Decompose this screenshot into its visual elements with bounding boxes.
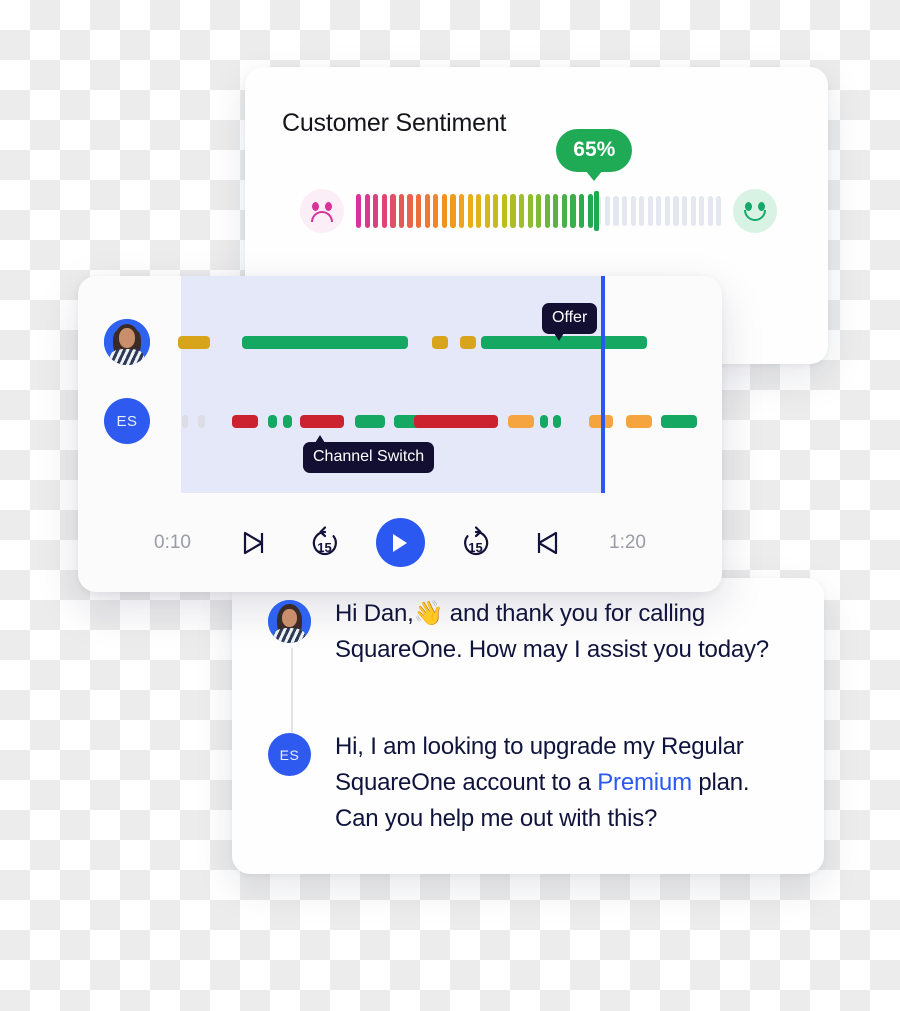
gauge-tick bbox=[630, 196, 636, 226]
gauge-tick bbox=[433, 194, 439, 228]
sentiment-scale[interactable]: 65% bbox=[356, 129, 722, 233]
annotation-channel-switch[interactable]: Channel Switch bbox=[303, 435, 435, 473]
gauge-tick bbox=[716, 196, 722, 226]
timeline-segment[interactable] bbox=[300, 415, 344, 428]
gauge-tick bbox=[381, 194, 387, 228]
timeline-segment[interactable] bbox=[198, 415, 205, 428]
current-time: 0:10 bbox=[154, 531, 191, 553]
page-title: Customer Sentiment bbox=[282, 109, 507, 137]
gauge-tick bbox=[493, 194, 499, 228]
gauge-tick bbox=[570, 194, 576, 228]
gauge-tick bbox=[673, 196, 679, 226]
timeline-segment[interactable] bbox=[182, 415, 188, 428]
gauge-tick bbox=[664, 196, 670, 226]
playhead[interactable] bbox=[601, 276, 605, 493]
gauge-tick bbox=[373, 194, 379, 228]
gauge-tick bbox=[604, 196, 610, 226]
gauge-tick bbox=[656, 196, 662, 226]
message-text-before: Hi Dan, bbox=[335, 600, 414, 627]
gauge-tick bbox=[458, 194, 465, 228]
gauge-tick bbox=[476, 194, 482, 228]
gauge-tick bbox=[647, 196, 653, 226]
forward-seconds-label: 15 bbox=[468, 539, 483, 555]
player-controls: 0:10 15 15 1:20 bbox=[78, 493, 722, 592]
gauge-tick bbox=[544, 194, 550, 228]
gauge-tick bbox=[707, 196, 713, 226]
avatar-customer: ES bbox=[104, 398, 150, 444]
gauge-tick bbox=[356, 194, 362, 228]
gauge-tick bbox=[579, 194, 585, 228]
avatar-agent bbox=[268, 600, 311, 643]
call-player-card: ES Offer Channel Switch 0:10 15 15 1:20 bbox=[78, 276, 722, 592]
timeline-segment[interactable] bbox=[460, 336, 476, 349]
frowning-face-icon bbox=[300, 189, 344, 233]
sentiment-marker[interactable]: 65% bbox=[556, 129, 633, 231]
gauge-tick bbox=[699, 196, 705, 226]
timeline-segment[interactable] bbox=[414, 415, 498, 428]
gauge-tick bbox=[398, 194, 405, 228]
avatar-customer: ES bbox=[268, 733, 311, 776]
total-time: 1:20 bbox=[609, 531, 646, 553]
gauge-tick bbox=[587, 194, 593, 228]
skip-back-icon[interactable] bbox=[230, 521, 274, 565]
play-button[interactable] bbox=[375, 518, 425, 567]
premium-link[interactable]: Premium bbox=[597, 769, 692, 796]
gauge-tick bbox=[527, 194, 533, 228]
timeline-segment[interactable] bbox=[661, 415, 697, 428]
wave-emoji: 👋 bbox=[413, 600, 444, 627]
gauge-tick bbox=[424, 194, 430, 228]
gauge-tick bbox=[681, 196, 688, 226]
gauge-tick bbox=[467, 194, 473, 228]
message-text: Hi, I am looking to upgrade my Regular S… bbox=[335, 729, 795, 837]
call-timeline[interactable]: ES Offer Channel Switch bbox=[78, 276, 722, 493]
gauge-tick bbox=[441, 194, 447, 228]
transcript-message-agent: Hi Dan,👋 and thank you for calling Squar… bbox=[268, 596, 795, 668]
timeline-segment[interactable] bbox=[232, 415, 258, 428]
annotation-offer[interactable]: Offer bbox=[542, 303, 598, 341]
timeline-segment[interactable] bbox=[540, 415, 548, 428]
rewind-seconds-label: 15 bbox=[317, 539, 332, 555]
gauge-tick bbox=[536, 194, 542, 228]
rewind-15-icon[interactable]: 15 bbox=[303, 521, 347, 565]
gauge-tick bbox=[561, 194, 568, 228]
gauge-tick bbox=[518, 194, 525, 228]
timeline-segment[interactable] bbox=[626, 415, 652, 428]
timeline-segment[interactable] bbox=[268, 415, 277, 428]
timeline-segment[interactable] bbox=[553, 415, 561, 428]
gauge-tick bbox=[407, 194, 413, 228]
timeline-segment[interactable] bbox=[178, 336, 210, 349]
gauge-tick bbox=[416, 194, 422, 228]
timeline-segment[interactable] bbox=[283, 415, 292, 428]
avatar-agent bbox=[104, 319, 150, 365]
skip-forward-icon[interactable] bbox=[527, 521, 571, 565]
timeline-segment[interactable] bbox=[508, 415, 534, 428]
gauge-tick bbox=[553, 194, 559, 228]
gauge-tick bbox=[390, 194, 396, 228]
gauge-tick bbox=[690, 196, 696, 226]
sentiment-value-badge: 65% bbox=[556, 129, 633, 172]
sentiment-gauge: 65% bbox=[300, 129, 778, 233]
gauge-tick bbox=[364, 194, 370, 228]
gauge-tick bbox=[484, 194, 490, 228]
smiling-face-icon bbox=[733, 189, 778, 233]
message-text: Hi Dan,👋 and thank you for calling Squar… bbox=[335, 596, 795, 668]
forward-15-icon[interactable]: 15 bbox=[454, 521, 498, 565]
timeline-segment[interactable] bbox=[481, 336, 647, 349]
gauge-tick bbox=[639, 196, 645, 226]
avatar-initials: ES bbox=[116, 412, 138, 430]
gauge-tick bbox=[613, 196, 619, 226]
gauge-tick bbox=[621, 196, 628, 226]
gauge-tick bbox=[450, 194, 456, 228]
timeline-segment[interactable] bbox=[355, 415, 385, 428]
timeline-segment[interactable] bbox=[242, 336, 408, 349]
transcript-message-customer: ES Hi, I am looking to upgrade my Regula… bbox=[268, 729, 795, 837]
gauge-tick bbox=[501, 194, 508, 228]
timeline-segment[interactable] bbox=[432, 336, 448, 349]
avatar-initials: ES bbox=[279, 746, 300, 763]
gauge-tick bbox=[510, 194, 516, 228]
